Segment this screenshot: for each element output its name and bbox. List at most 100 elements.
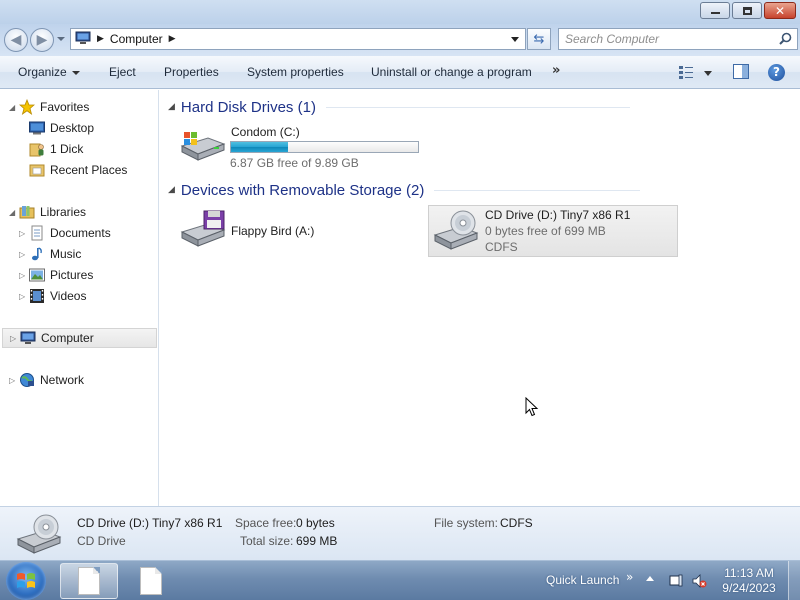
network-icon xyxy=(19,372,35,388)
preview-pane-icon[interactable] xyxy=(733,64,749,79)
drive-name: Flappy Bird (A:) xyxy=(231,224,315,238)
system-properties-button[interactable]: System properties xyxy=(247,65,344,79)
details-pane: CD Drive (D:) Tiny7 x86 R1 CD Drive Spac… xyxy=(0,506,800,560)
help-icon[interactable]: ? xyxy=(768,64,785,81)
nav-network[interactable]: ▷ Network xyxy=(9,370,84,390)
drive-free-space: 6.87 GB free of 9.89 GB xyxy=(230,156,359,170)
expanded-arrow-icon[interactable]: ◢ xyxy=(9,208,19,217)
collapsed-arrow-icon[interactable]: ▷ xyxy=(19,229,29,238)
address-bar[interactable]: ▶ Computer ▶ xyxy=(70,28,526,50)
nav-item-1-dick[interactable]: 1 Dick xyxy=(29,139,83,159)
close-button[interactable]: ✕ xyxy=(764,2,796,19)
nav-computer[interactable]: ▷ Computer xyxy=(2,328,157,348)
drive-name: Condom (C:) xyxy=(231,125,300,139)
documents-icon xyxy=(29,225,45,241)
nav-item-documents[interactable]: ▷ Documents xyxy=(19,223,111,243)
search-box[interactable] xyxy=(558,28,798,50)
group-divider xyxy=(325,106,630,108)
minimize-button[interactable] xyxy=(700,2,730,19)
show-hidden-icons-icon[interactable] xyxy=(646,576,654,581)
refresh-button[interactable]: ⇆ xyxy=(527,28,551,50)
system-clock[interactable]: 11:13 AM 9/24/2023 xyxy=(716,566,782,596)
organize-menu[interactable]: Organize xyxy=(18,65,80,79)
hard-drive-windows-icon xyxy=(178,128,226,167)
group-title: Hard Disk Drives (1) xyxy=(180,98,316,116)
forward-arrow-icon: ▶ xyxy=(36,32,48,48)
breadcrumb-separator-icon[interactable]: ▶ xyxy=(169,34,176,44)
search-input[interactable] xyxy=(565,29,775,49)
drive-name: CD Drive (D:) Tiny7 x86 R1 xyxy=(485,208,631,222)
libraries-icon xyxy=(19,204,35,220)
details-file-system-value: CDFS xyxy=(500,516,533,530)
nav-item-recent-places[interactable]: Recent Places xyxy=(29,160,127,180)
clock-date: 9/24/2023 xyxy=(722,581,776,595)
window-titlebar[interactable]: ✕ xyxy=(0,0,800,24)
floppy-drive-icon xyxy=(178,210,226,251)
nav-item-videos[interactable]: ▷ Videos xyxy=(19,286,86,306)
taskbar-app-document[interactable] xyxy=(122,563,180,599)
minimize-icon xyxy=(710,12,720,14)
collapsed-arrow-icon[interactable]: ▷ xyxy=(19,271,29,280)
drive-tile-a[interactable]: Flappy Bird (A:) xyxy=(176,206,426,256)
group-collapse-icon[interactable]: ◢ xyxy=(168,102,175,112)
collapsed-arrow-icon[interactable]: ▷ xyxy=(19,250,29,259)
address-history-dropdown-icon[interactable] xyxy=(511,37,519,42)
eject-button[interactable]: Eject xyxy=(109,65,136,79)
navigation-pane: ◢ Favorites Desktop 1 Dick Recent Places… xyxy=(0,90,159,506)
taskbar: Quick Launch » 11:13 AM 9/24/2023 xyxy=(0,560,800,600)
details-type: CD Drive xyxy=(77,534,126,548)
expanded-arrow-icon[interactable]: ◢ xyxy=(9,103,19,112)
document-icon xyxy=(78,567,100,595)
pictures-icon xyxy=(29,267,45,283)
search-icon[interactable] xyxy=(779,32,792,48)
show-desktop-button[interactable] xyxy=(788,561,800,600)
breadcrumb-computer[interactable]: Computer xyxy=(110,32,163,46)
group-divider xyxy=(434,189,641,191)
collapsed-arrow-icon[interactable]: ▷ xyxy=(9,376,19,385)
desktop-icon xyxy=(29,120,45,136)
nav-item-pictures[interactable]: ▷ Pictures xyxy=(19,265,93,285)
uninstall-program-button[interactable]: Uninstall or change a program xyxy=(371,65,532,79)
nav-favorites[interactable]: ◢ Favorites xyxy=(9,97,89,117)
collapsed-arrow-icon[interactable]: ▷ xyxy=(10,334,20,343)
nav-item-music[interactable]: ▷ Music xyxy=(19,244,81,264)
action-center-icon[interactable] xyxy=(668,573,684,592)
drive-usage-fill xyxy=(231,142,289,152)
forward-button[interactable]: ▶ xyxy=(30,28,54,52)
nav-libraries-label: Libraries xyxy=(40,205,87,219)
quick-launch-chevron-icon[interactable]: » xyxy=(626,570,633,584)
breadcrumb-separator-icon[interactable]: ▶ xyxy=(97,34,104,44)
quick-launch-label[interactable]: Quick Launch xyxy=(546,573,619,587)
group-header-removable-storage[interactable]: ◢ Devices with Removable Storage (2) xyxy=(168,180,641,200)
properties-button[interactable]: Properties xyxy=(164,65,219,79)
cd-drive-icon xyxy=(14,513,64,560)
mouse-pointer-icon xyxy=(525,396,539,420)
taskbar-app-explorer[interactable] xyxy=(60,563,118,599)
restore-button[interactable] xyxy=(732,2,762,19)
nav-item-desktop[interactable]: Desktop xyxy=(29,118,94,138)
start-button[interactable] xyxy=(6,562,46,600)
drive-tile-d[interactable]: CD Drive (D:) Tiny7 x86 R1 0 bytes free … xyxy=(428,205,678,257)
nav-libraries[interactable]: ◢ Libraries xyxy=(9,202,86,222)
group-header-hard-disk-drives[interactable]: ◢ Hard Disk Drives (1) xyxy=(168,97,630,117)
change-view-icon[interactable] xyxy=(678,64,694,80)
more-commands-icon[interactable]: » xyxy=(552,63,560,78)
drive-file-system: CDFS xyxy=(485,240,518,254)
recent-pages-dropdown-icon[interactable] xyxy=(57,37,65,41)
nav-item-documents-label: Documents xyxy=(50,226,111,240)
cd-drive-icon xyxy=(431,209,481,256)
videos-icon xyxy=(29,288,45,304)
group-title: Devices with Removable Storage (2) xyxy=(180,181,425,199)
clock-time: 11:13 AM xyxy=(724,566,774,580)
organize-label: Organize xyxy=(18,65,67,79)
volume-muted-icon[interactable] xyxy=(691,573,707,592)
group-collapse-icon[interactable]: ◢ xyxy=(168,185,175,195)
collapsed-arrow-icon[interactable]: ▷ xyxy=(19,292,29,301)
recent-places-icon xyxy=(29,162,45,178)
view-options-dropdown-icon[interactable] xyxy=(704,71,712,76)
nav-item-pictures-label: Pictures xyxy=(50,268,94,282)
back-button[interactable]: ◀ xyxy=(4,28,28,52)
details-total-size-value: 699 MB xyxy=(296,534,338,548)
computer-icon xyxy=(20,330,36,346)
details-name: CD Drive (D:) Tiny7 x86 R1 xyxy=(77,516,223,530)
